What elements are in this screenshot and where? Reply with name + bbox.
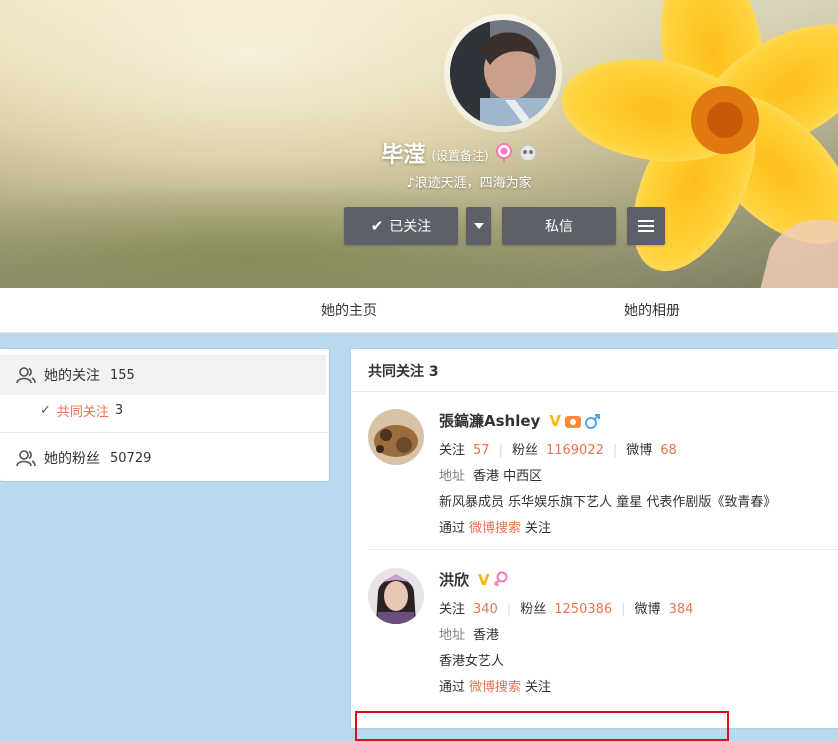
address-value: 香港 中西区 — [473, 469, 543, 484]
user-name-row: 洪欣 V — [439, 569, 509, 590]
sidebar-item-following[interactable]: 她的关注 155 — [0, 355, 326, 395]
panel-title: 共同关注 3 — [368, 364, 439, 380]
common-follow-panel: 共同关注 3 張鎬濂Ashley V 关注 57 | 粉丝 1169022 | … — [351, 349, 838, 728]
tab-home[interactable]: 她的主页 — [321, 300, 377, 320]
stats-separator: | — [612, 443, 618, 458]
profile-tab-bar: 她的主页 她的相册 — [0, 288, 838, 333]
fans-label: 她的粉丝 — [44, 451, 100, 467]
user-avatar[interactable] — [368, 568, 424, 624]
highlight-box — [355, 711, 729, 741]
profile-cover: 毕滢 (设置备注) ♪浪迹天涯，四海为家 ✔ 已关注 私信 — [0, 0, 838, 288]
user-stats: 关注 340 | 粉丝 1250386 | 微博 384 — [439, 598, 693, 617]
verified-v-icon: V — [478, 570, 490, 589]
users-icon — [16, 367, 36, 384]
followed-label: 已关注 — [389, 219, 432, 235]
stats-separator: | — [621, 602, 626, 617]
following-count: 155 — [110, 367, 135, 383]
user-stats: 关注 57 | 粉丝 1169022 | 微博 68 — [439, 439, 677, 458]
follow-count[interactable]: 340 — [473, 602, 498, 617]
panel-divider — [351, 391, 838, 392]
set-remark-link[interactable]: (设置备注) — [431, 147, 488, 164]
avatar-photo — [368, 409, 424, 465]
follow-dropdown-button[interactable] — [466, 207, 491, 245]
user-bio: 新风暴成员 乐华娱乐旗下艺人 童星 代表作剧版《致青春》 — [439, 495, 777, 510]
source-link[interactable]: 微博搜索 — [469, 680, 521, 695]
weibo-label: 微博 — [634, 602, 661, 617]
female-icon — [493, 571, 508, 587]
male-icon — [584, 413, 600, 429]
tagline-text: 浪迹天涯，四海为家 — [414, 176, 532, 191]
address-value: 香港 — [473, 628, 500, 643]
profile-name: 毕滢 — [381, 143, 426, 168]
common-count: 3 — [114, 402, 124, 418]
message-label: 私信 — [545, 219, 573, 235]
badge-icon — [564, 415, 581, 428]
stats-separator: | — [498, 443, 503, 458]
verified-v-icon: V — [549, 411, 561, 430]
level-icon[interactable] — [519, 144, 537, 162]
user-bio: 香港女艺人 — [439, 654, 505, 669]
list-divider — [368, 549, 838, 550]
avatar-photo — [450, 20, 556, 126]
sidebar-item-fans[interactable]: 她的粉丝 50729 — [0, 438, 329, 478]
more-menu-button[interactable] — [627, 207, 665, 245]
sidebar-item-common[interactable]: ✓ 共同关注 3 — [0, 399, 123, 421]
source-prefix: 通过 — [439, 680, 466, 695]
menu-icon — [638, 220, 654, 232]
weibo-label: 微博 — [626, 443, 653, 458]
profile-avatar[interactable] — [450, 20, 556, 126]
address-label: 地址 — [439, 469, 466, 484]
user-name[interactable]: 洪欣 — [439, 569, 469, 590]
weibo-count[interactable]: 384 — [669, 602, 694, 617]
user-name[interactable]: 張鎬濂Ashley — [439, 410, 540, 431]
fans-count[interactable]: 1250386 — [554, 602, 612, 617]
follow-source: 通过 微博搜索 关注 — [439, 517, 551, 536]
source-prefix: 通过 — [439, 521, 466, 536]
music-note-icon: ♪ — [406, 176, 415, 191]
user-name-row: 張鎬濂Ashley V — [439, 410, 601, 431]
profile-tagline: ♪浪迹天涯，四海为家 — [0, 172, 838, 191]
check-icon: ✔ — [370, 217, 384, 235]
source-suffix: 关注 — [525, 680, 552, 695]
weibo-count[interactable]: 68 — [660, 443, 677, 458]
source-link[interactable]: 微博搜索 — [469, 521, 521, 536]
relations-sidebar: 她的关注 155 ✓ 共同关注 3 她的粉丝 50729 — [0, 349, 329, 481]
fans-count[interactable]: 1169022 — [546, 443, 604, 458]
caret-down-icon — [473, 223, 484, 229]
sidebar-divider — [0, 432, 329, 433]
follow-source: 通过 微博搜索 关注 — [439, 676, 551, 695]
source-suffix: 关注 — [525, 521, 552, 536]
fans-stat-label: 粉丝 — [511, 443, 538, 458]
common-label: 共同关注 — [56, 404, 109, 420]
fans-count: 50729 — [110, 450, 152, 466]
female-icon — [495, 143, 512, 163]
avatar-photo — [368, 568, 424, 624]
check-icon: ✓ — [40, 402, 51, 418]
address-label: 地址 — [439, 628, 466, 643]
stats-separator: | — [506, 602, 512, 617]
follow-label: 关注 — [439, 602, 466, 617]
fans-stat-label: 粉丝 — [520, 602, 547, 617]
tab-album[interactable]: 她的相册 — [624, 300, 680, 320]
follow-count[interactable]: 57 — [473, 443, 490, 458]
users-icon — [16, 450, 36, 467]
message-button[interactable]: 私信 — [502, 207, 616, 245]
user-address: 地址 香港 — [439, 624, 499, 643]
followed-button[interactable]: ✔ 已关注 — [344, 207, 458, 245]
user-address: 地址 香港 中西区 — [439, 465, 542, 484]
follow-label: 关注 — [439, 443, 466, 458]
user-avatar[interactable] — [368, 409, 424, 465]
following-label: 她的关注 — [44, 368, 100, 384]
profile-name-row: 毕滢 (设置备注) — [0, 138, 838, 168]
